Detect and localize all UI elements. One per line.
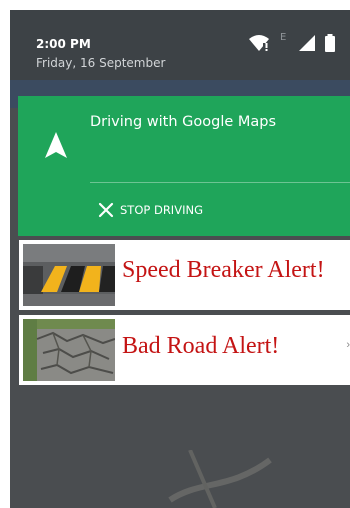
network-type-indicator: E [280,32,287,43]
divider [90,182,350,183]
notification-shade: 2:00 PM Friday, 16 September E Driving w… [10,10,350,508]
status-header: 2:00 PM Friday, 16 September E [10,10,350,80]
battery-icon[interactable] [324,34,336,56]
expand-chevron-icon[interactable]: › [346,339,350,351]
cell-signal-icon[interactable] [298,34,316,56]
navigation-arrow-icon [45,132,67,158]
stop-driving-label: STOP DRIVING [120,203,203,217]
date-label: Friday, 16 September [36,56,166,70]
speed-breaker-alert-notification[interactable]: Speed Breaker Alert! [19,240,350,310]
bad-road-photo [23,319,115,381]
wifi-icon[interactable] [248,34,270,56]
speed-breaker-photo [23,244,115,306]
clock-time: 2:00 PM [36,37,91,51]
bad-road-alert-notification[interactable]: Bad Road Alert! › [19,315,350,385]
notification-title: Driving with Google Maps [90,114,277,130]
alert-message: Speed Breaker Alert! [122,257,325,283]
alert-message: Bad Road Alert! [122,333,280,359]
maps-navigation-notification[interactable]: Driving with Google Maps STOP DRIVING [18,96,350,236]
background-map [168,450,272,508]
status-icons: E [248,32,340,56]
close-icon [98,202,114,218]
